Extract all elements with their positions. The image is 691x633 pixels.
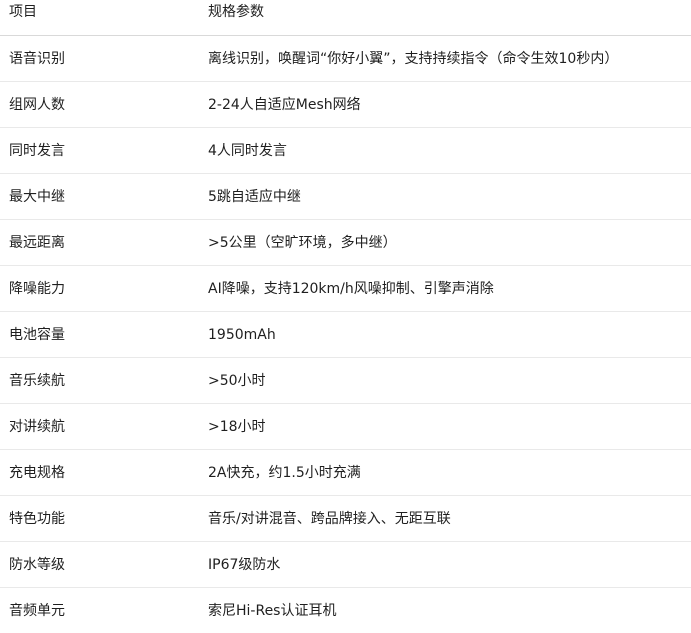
table-row: 电池容量 1950mAh <box>0 312 691 358</box>
row-label: 特色功能 <box>0 496 208 542</box>
row-value: >18小时 <box>208 404 691 450</box>
row-label: 最大中继 <box>0 174 208 220</box>
row-label: 对讲续航 <box>0 404 208 450</box>
table-row: 音乐续航 >50小时 <box>0 358 691 404</box>
row-value: >5公里（空旷环境，多中继） <box>208 220 691 266</box>
table-row: 对讲续航 >18小时 <box>0 404 691 450</box>
row-value: 音乐/对讲混音、跨品牌接入、无距互联 <box>208 496 691 542</box>
row-value: 索尼Hi-Res认证耳机 <box>208 588 691 633</box>
spec-table: 项目 规格参数 语音识别 离线识别，唤醒词“你好小翼”，支持持续指令（命令生效1… <box>0 0 691 633</box>
row-label: 组网人数 <box>0 82 208 128</box>
table-row: 防水等级 IP67级防水 <box>0 542 691 588</box>
row-value: AI降噪，支持120km/h风噪抑制、引擎声消除 <box>208 266 691 312</box>
table-row: 降噪能力 AI降噪，支持120km/h风噪抑制、引擎声消除 <box>0 266 691 312</box>
row-label: 音频单元 <box>0 588 208 633</box>
row-label: 同时发言 <box>0 128 208 174</box>
table-row: 音频单元 索尼Hi-Res认证耳机 <box>0 588 691 633</box>
table-row: 同时发言 4人同时发言 <box>0 128 691 174</box>
table-body: 语音识别 离线识别，唤醒词“你好小翼”，支持持续指令（命令生效10秒内） 组网人… <box>0 36 691 633</box>
table-row: 充电规格 2A快充，约1.5小时充满 <box>0 450 691 496</box>
row-label: 电池容量 <box>0 312 208 358</box>
row-value: 2-24人自适应Mesh网络 <box>208 82 691 128</box>
row-value: IP67级防水 <box>208 542 691 588</box>
table-row: 组网人数 2-24人自适应Mesh网络 <box>0 82 691 128</box>
table-row: 最大中继 5跳自适应中继 <box>0 174 691 220</box>
row-label: 防水等级 <box>0 542 208 588</box>
row-value: 5跳自适应中继 <box>208 174 691 220</box>
row-value: 1950mAh <box>208 312 691 358</box>
row-label: 降噪能力 <box>0 266 208 312</box>
row-value: >50小时 <box>208 358 691 404</box>
table-row: 最远距离 >5公里（空旷环境，多中继） <box>0 220 691 266</box>
table-row: 语音识别 离线识别，唤醒词“你好小翼”，支持持续指令（命令生效10秒内） <box>0 36 691 82</box>
row-value: 2A快充，约1.5小时充满 <box>208 450 691 496</box>
row-label: 音乐续航 <box>0 358 208 404</box>
table-row: 特色功能 音乐/对讲混音、跨品牌接入、无距互联 <box>0 496 691 542</box>
header-row: 项目 规格参数 <box>0 0 691 36</box>
row-value: 离线识别，唤醒词“你好小翼”，支持持续指令（命令生效10秒内） <box>208 36 691 82</box>
header-item: 项目 <box>0 0 208 36</box>
row-label: 最远距离 <box>0 220 208 266</box>
header-spec: 规格参数 <box>208 0 691 36</box>
row-label: 充电规格 <box>0 450 208 496</box>
table-header: 项目 规格参数 <box>0 0 691 36</box>
row-value: 4人同时发言 <box>208 128 691 174</box>
row-label: 语音识别 <box>0 36 208 82</box>
